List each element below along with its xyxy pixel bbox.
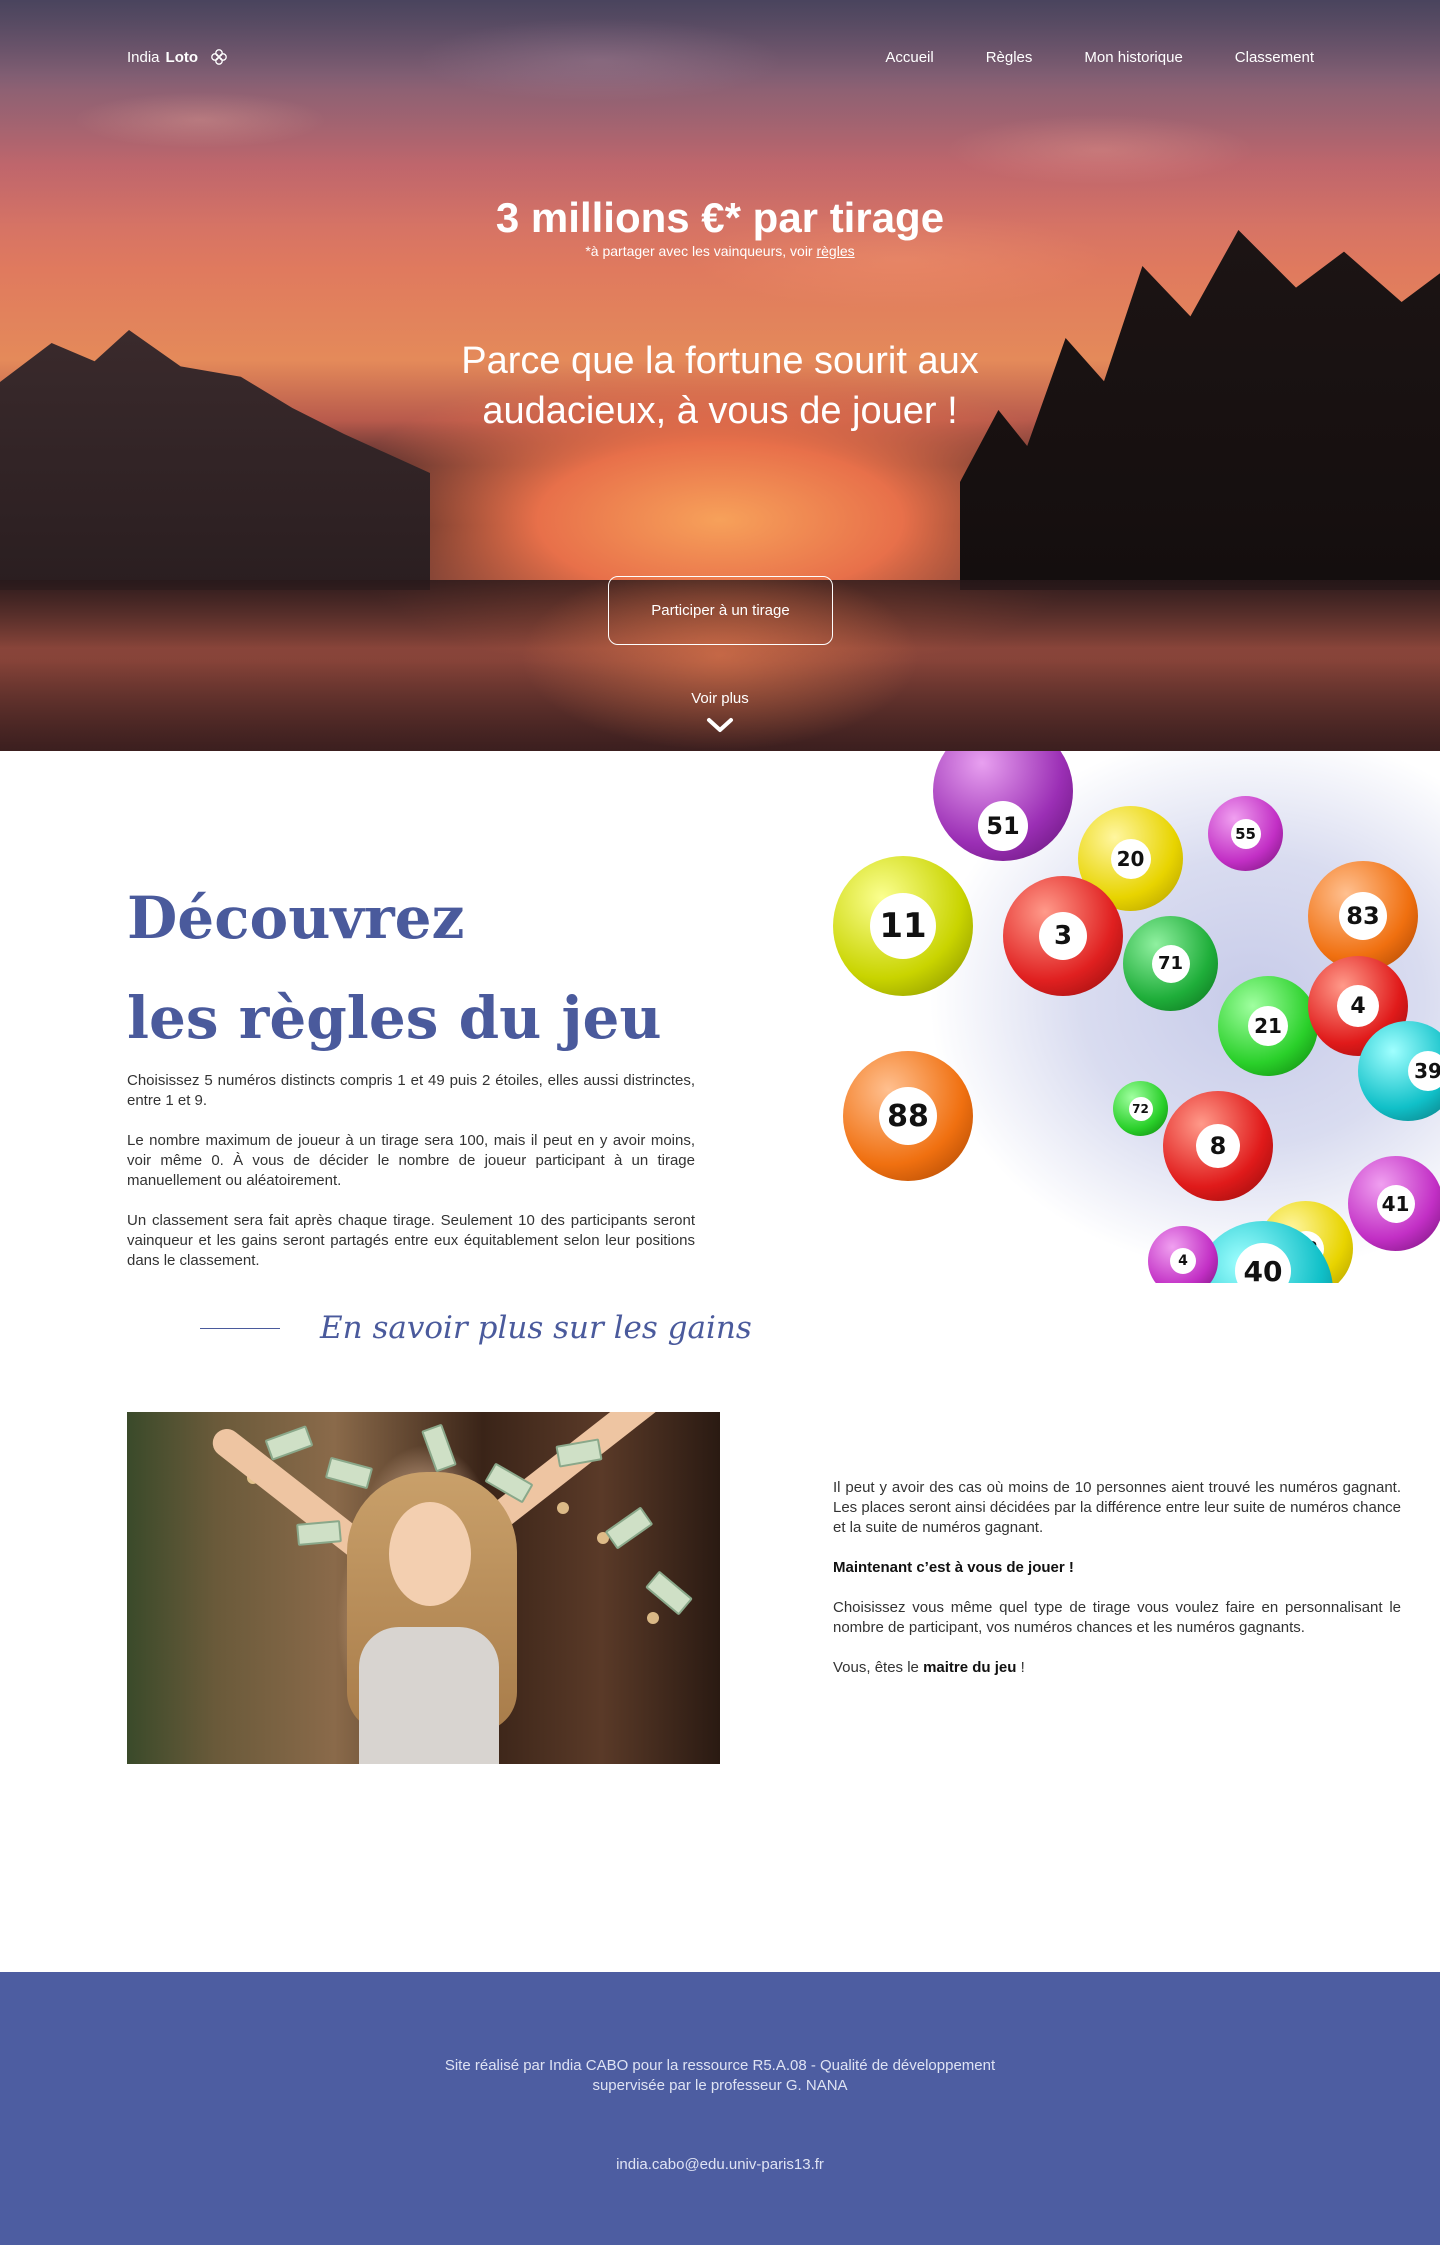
rules-text: Choisissez 5 numéros distincts compris 1… bbox=[127, 1071, 695, 1291]
nav-link-classement[interactable]: Classement bbox=[1235, 49, 1314, 66]
banknote bbox=[264, 1425, 314, 1461]
rules-title-line2-bold: règles du jeu bbox=[238, 984, 662, 1052]
gains-closing-suffix: ! bbox=[1020, 1659, 1025, 1676]
banknote bbox=[555, 1438, 603, 1468]
nav-link-historique[interactable]: Mon historique bbox=[1084, 49, 1182, 66]
lottery-ball: 55 bbox=[1208, 796, 1283, 871]
footer-credit-line1: Site réalisé par India CABO pour la ress… bbox=[444, 2057, 996, 2074]
lottery-ball: 72 bbox=[1113, 1081, 1168, 1136]
lottery-ball: 51 bbox=[933, 751, 1073, 861]
banknote bbox=[296, 1520, 342, 1546]
hero-subtitle: *à partager avec les vainqueurs, voir rè… bbox=[0, 243, 1440, 259]
gains-text: Il peut y avoir des cas où moins de 10 p… bbox=[833, 1478, 1401, 1698]
nav-links: Accueil Règles Mon historique Classement bbox=[885, 49, 1314, 66]
lottery-ball: 3 bbox=[1003, 876, 1123, 996]
footer-email-link[interactable]: india.cabo@edu.univ-paris13.fr bbox=[0, 2156, 1440, 2173]
footer-credit-line2: supervisée par le professeur G. NANA bbox=[592, 2077, 848, 2094]
winner-photo bbox=[127, 1412, 720, 1764]
gains-heading: Maintenant c’est à vous de jouer ! bbox=[833, 1559, 1074, 1576]
hero-title: 3 millions €* par tirage bbox=[495, 194, 945, 241]
rules-paragraph: Choisissez 5 numéros distincts compris 1… bbox=[127, 1072, 695, 1109]
gains-paragraph: Il peut y avoir des cas où moins de 10 p… bbox=[833, 1479, 1401, 1536]
gains-paragraph: Choisissez vous même quel type de tirage… bbox=[833, 1599, 1401, 1636]
nav-link-regles[interactable]: Règles bbox=[986, 49, 1033, 66]
gains-closing-prefix: Vous, êtes le bbox=[833, 1659, 919, 1676]
rules-title-line1: Découvrez bbox=[127, 884, 465, 952]
lottery-ball: 8 bbox=[1163, 1091, 1273, 1201]
lottery-ball: 71 bbox=[1123, 916, 1218, 1011]
footer-credit: Site réalisé par India CABO pour la ress… bbox=[0, 2056, 1440, 2096]
chevron-down-icon[interactable] bbox=[706, 717, 734, 733]
banknote bbox=[324, 1456, 374, 1490]
gains-link-label: En savoir plus sur les gains bbox=[320, 1310, 752, 1346]
lottery-ball: 88 bbox=[843, 1051, 973, 1181]
lottery-ball: 4 bbox=[1148, 1226, 1218, 1283]
lottery-ball: 83 bbox=[1308, 861, 1418, 971]
nav-link-accueil[interactable]: Accueil bbox=[885, 49, 933, 66]
hero-section: India Loto Accueil Règles Mon historique… bbox=[0, 0, 1440, 751]
banknote bbox=[604, 1506, 654, 1550]
gains-link-line bbox=[200, 1327, 280, 1329]
lottery-ball: 11 bbox=[833, 856, 973, 996]
gains-link[interactable]: En savoir plus sur les gains bbox=[200, 1310, 752, 1346]
site-footer: Site réalisé par India CABO pour la ress… bbox=[0, 1972, 1440, 2245]
hero-tagline: Parce que la fortune sourit aux audacieu… bbox=[461, 340, 979, 432]
gains-closing-bold: maitre du jeu bbox=[923, 1659, 1017, 1676]
hero-rules-link[interactable]: règles bbox=[816, 243, 854, 259]
bokeh-light bbox=[647, 1612, 659, 1624]
participate-button[interactable]: Participer à un tirage bbox=[608, 576, 833, 645]
rules-title-line2-light: les bbox=[127, 984, 219, 1052]
banknote bbox=[645, 1570, 693, 1616]
see-more-link[interactable]: Voir plus bbox=[0, 690, 1440, 707]
site-logo[interactable]: India Loto bbox=[127, 48, 228, 66]
rules-paragraph: Un classement sera fait après chaque tir… bbox=[127, 1212, 695, 1269]
hero-subtitle-text: *à partager avec les vainqueurs, voir bbox=[585, 243, 813, 259]
bokeh-light bbox=[557, 1502, 569, 1514]
photo-body bbox=[359, 1627, 499, 1764]
lottery-ball: 21 bbox=[1218, 976, 1318, 1076]
rules-title: Découvrez les règles du jeu bbox=[127, 868, 662, 1068]
logo-bold: Loto bbox=[165, 48, 199, 66]
lottery-ball: 41 bbox=[1348, 1156, 1440, 1251]
logo-prefix: India bbox=[127, 48, 160, 66]
banknote bbox=[421, 1423, 457, 1473]
top-nav: India Loto Accueil Règles Mon historique… bbox=[0, 0, 1440, 120]
lottery-balls-image: 51 20 55 11 3 71 83 21 4 39 88 8 41 12 4… bbox=[833, 751, 1440, 1283]
photo-face bbox=[389, 1502, 471, 1606]
rules-paragraph: Le nombre maximum de joueur à un tirage … bbox=[127, 1132, 695, 1189]
gains-closing: Vous, êtes le maitre du jeu ! bbox=[833, 1658, 1401, 1678]
clover-icon bbox=[211, 49, 227, 65]
